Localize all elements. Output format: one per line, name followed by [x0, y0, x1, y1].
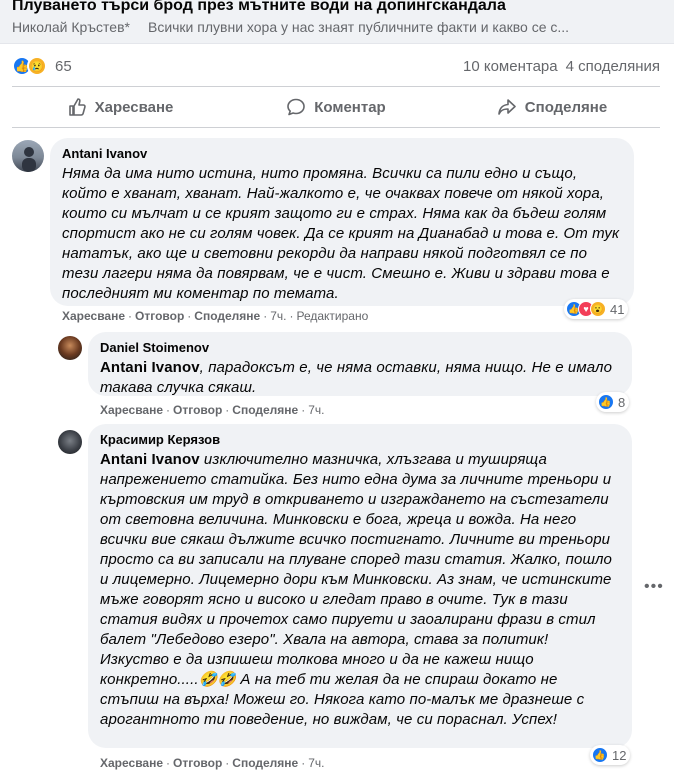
comment-like-link[interactable]: Харесване: [100, 403, 163, 417]
comment-icon: [287, 98, 306, 116]
comment-reactions[interactable]: 👍 ♥ 😮 41: [564, 299, 629, 319]
like-label: Харесване: [94, 98, 174, 116]
comment-reply-link[interactable]: Отговор: [135, 309, 184, 323]
comment-reactions[interactable]: 👍 12: [590, 745, 631, 765]
post-actions: Харесване Коментар Споделяне: [12, 86, 660, 128]
mention-link[interactable]: Antani Ivanov: [100, 359, 200, 376]
reactions-count[interactable]: 65: [55, 58, 72, 75]
comment-like-link[interactable]: Харесване: [62, 309, 125, 323]
avatar[interactable]: [58, 336, 82, 360]
comment-share-link[interactable]: Споделяне: [232, 403, 298, 417]
comment-share-link[interactable]: Споделяне: [194, 309, 260, 323]
comment-meta: Харесване · Отговор · Споделяне · 7ч.: [100, 403, 325, 417]
reactions-count: 12: [612, 747, 627, 763]
like-button[interactable]: Харесване: [12, 87, 228, 127]
comment-bubble: Красимир Керязов Antani Ivanov изключите…: [88, 424, 632, 748]
shares-count[interactable]: 4 споделяния: [566, 58, 660, 75]
stats-right: 10 коментара 4 споделяния: [463, 58, 660, 75]
article-excerpt: Всички плувни хора у нас знаят публичнит…: [147, 19, 570, 35]
comment-bubble: Antani Ivanov Няма да има нито истина, н…: [50, 138, 634, 306]
sad-icon: 😢: [27, 56, 47, 76]
article-meta: Николай Кръстев* Всички плувни хора у нас…: [12, 18, 662, 36]
article-author: Николай Кръстев*: [12, 19, 130, 35]
post-stats: 👍 😢 65 10 коментара 4 споделяния: [12, 52, 660, 80]
comment-text: Няма да има нито истина, нито промяна. В…: [62, 165, 620, 302]
comment-author[interactable]: Красимир Керязов: [100, 432, 620, 448]
reactions-count: 41: [610, 301, 625, 317]
comment-reactions[interactable]: 👍 8: [596, 392, 630, 412]
comment-meta: Харесване · Отговор · Споделяне · 7ч. · Редактир…: [62, 309, 369, 323]
comment-text: Antani Ivanov изключително мазничка, хлъ…: [100, 450, 620, 730]
comment-bubble: Daniel Stoimenov Antani Ivanov, парадокс…: [88, 332, 632, 396]
comment-time[interactable]: 7ч.: [308, 403, 324, 417]
like-icon: 👍: [598, 394, 614, 410]
comment-meta: Харесване · Отговор · Споделяне · 7ч.: [100, 756, 325, 770]
mention-link[interactable]: Antani Ivanov: [100, 451, 200, 468]
person-silhouette-icon: [22, 147, 36, 172]
shared-article-header[interactable]: Плуването търси брод през мътните води н…: [0, 0, 674, 44]
like-icon: 👍: [592, 747, 608, 763]
reactions-count: 8: [618, 394, 626, 410]
reaction-icons[interactable]: 👍 😢: [12, 56, 47, 76]
share-arrow-icon: [497, 99, 516, 115]
comment-like-link[interactable]: Харесване: [100, 756, 163, 770]
edited-label: Редактирано: [296, 309, 369, 323]
comment-label: Коментар: [314, 98, 386, 116]
comment-time[interactable]: 7ч.: [308, 756, 324, 770]
more-options-icon[interactable]: •••: [644, 578, 664, 596]
comment-reply-link[interactable]: Отговор: [173, 756, 222, 770]
thumbs-up-icon: [68, 98, 86, 116]
comment-time[interactable]: 7ч.: [270, 309, 286, 323]
comment-reply-link[interactable]: Отговор: [173, 403, 222, 417]
wow-icon: 😮: [590, 301, 606, 317]
comments-count[interactable]: 10 коментара: [463, 58, 558, 75]
comment-author[interactable]: Daniel Stoimenov: [100, 340, 620, 356]
comment-body: изключително мазничка, хлъзгава и туширя…: [100, 451, 613, 728]
avatar[interactable]: [12, 140, 44, 172]
comment-author[interactable]: Antani Ivanov: [62, 146, 622, 162]
comment-button[interactable]: Коментар: [228, 87, 444, 127]
share-button[interactable]: Споделяне: [444, 87, 660, 127]
comment-share-link[interactable]: Споделяне: [232, 756, 298, 770]
comment-text: Antani Ivanov, парадоксът е, че няма ост…: [100, 358, 620, 398]
share-label: Споделяне: [524, 98, 608, 116]
avatar[interactable]: [58, 430, 82, 454]
article-title[interactable]: Плуването търси брод през мътните води н…: [12, 0, 662, 16]
